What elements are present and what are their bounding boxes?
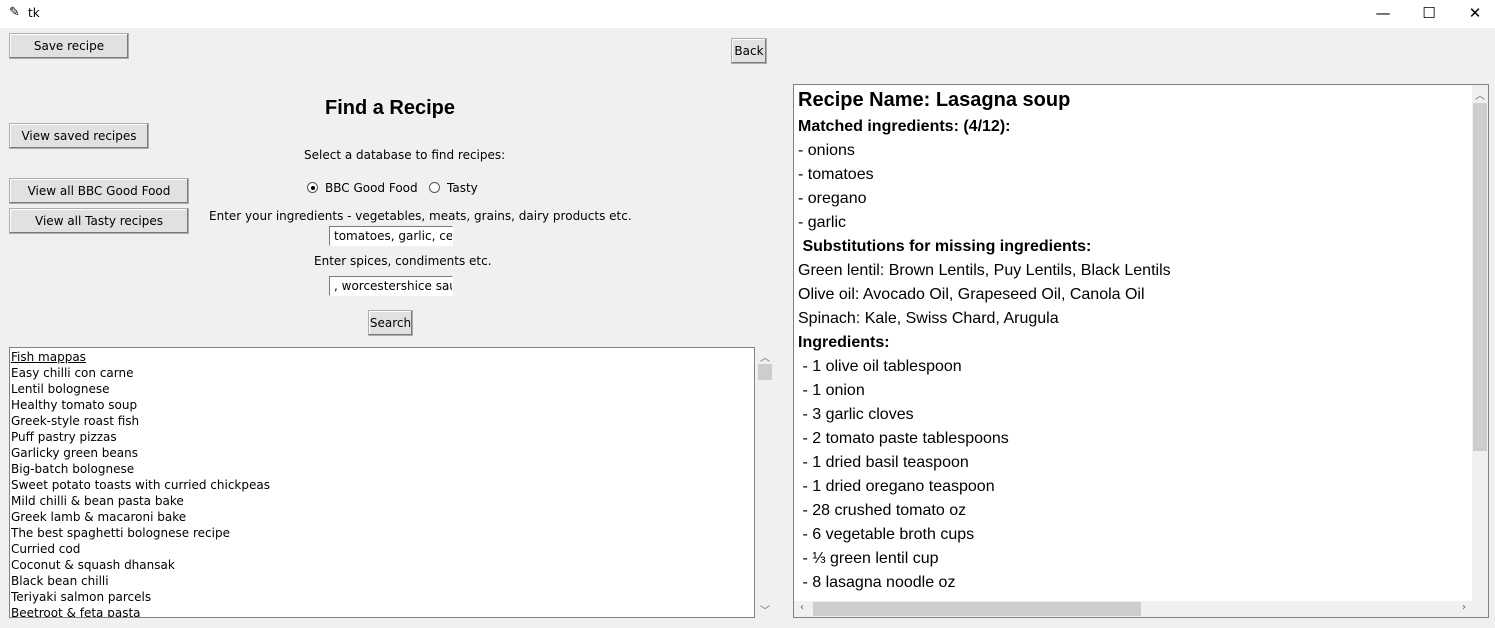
spices-input[interactable]: , worcestershice sauce [329, 276, 453, 296]
view-tasty-recipes-button[interactable]: View all Tasty recipes [9, 208, 189, 234]
recipe-line: - garlic [798, 214, 847, 231]
ingredients-label: Enter your ingredients - vegetables, mea… [209, 209, 632, 223]
recipe-line: - 1 onion [798, 382, 865, 399]
recipe-line: Olive oil: Avocado Oil, Grapeseed Oil, C… [798, 286, 1145, 303]
scroll-up-arrow-icon[interactable]: ︿ [757, 349, 773, 364]
minimize-button[interactable]: — [1360, 2, 1406, 26]
radio-label: BBC Good Food [325, 181, 418, 195]
radio-tasty[interactable]: Tasty [429, 181, 489, 195]
recipe-line: - 28 crushed tomato oz [798, 502, 967, 519]
window-title: tk [28, 6, 40, 20]
list-item[interactable]: Healthy tomato soup [11, 397, 754, 413]
radio-bbc-good-food[interactable]: BBC Good Food [307, 181, 418, 195]
scroll-right-arrow-icon[interactable]: › [1456, 602, 1472, 613]
recipe-line: Spinach: Kale, Swiss Chard, Arugula [798, 310, 1059, 327]
list-item[interactable]: Garlicky green beans [11, 445, 754, 461]
list-item[interactable]: Lentil bolognese [11, 381, 754, 397]
scroll-up-arrow-icon[interactable]: ︿ [1472, 87, 1488, 102]
spices-label: Enter spices, condiments etc. [314, 254, 492, 268]
recipe-line: - oregano [798, 190, 867, 207]
recipe-line: Recipe Name: Lasagna soup [798, 89, 1071, 111]
recipe-line: - ⅓ green lentil cup [798, 550, 939, 567]
scroll-thumb[interactable] [1473, 103, 1487, 451]
scroll-left-arrow-icon[interactable]: ‹ [794, 602, 810, 613]
list-item[interactable]: Sweet potato toasts with curried chickpe… [11, 477, 754, 493]
view-bbc-recipes-button[interactable]: View all BBC Good Food recipes [9, 178, 189, 222]
title-bar: ✎ tk — ☐ ✕ [0, 0, 1495, 28]
list-item[interactable]: Big-batch bolognese [11, 461, 754, 477]
back-button[interactable]: Back [731, 38, 767, 64]
radio-indicator[interactable] [307, 182, 318, 193]
close-button[interactable]: ✕ [1452, 2, 1495, 26]
recipe-line: - tomatoes [798, 166, 874, 183]
recipe-line: Matched ingredients: (4/12): [798, 118, 1011, 135]
list-item[interactable]: Beetroot & feta pasta [11, 605, 754, 617]
list-item[interactable]: Greek-style roast fish [11, 413, 754, 429]
recipe-details-text[interactable]: Recipe Name: Lasagna soup Matched ingredi… [793, 84, 1489, 618]
recipe-line: - onions [798, 142, 855, 159]
tk-feather-icon: ✎ [9, 5, 20, 20]
recipe-line: - 6 vegetable broth cups [798, 526, 975, 543]
ingredients-input[interactable]: tomatoes, garlic, celery [329, 226, 453, 246]
recipe-line: Green lentil: Brown Lentils, Puy Lentils… [798, 262, 1171, 279]
view-saved-recipes-button[interactable]: View saved recipes [9, 123, 149, 149]
results-scrollbar[interactable]: ︿ ﹀ [757, 347, 773, 618]
recipe-line: - 3 garlic cloves [798, 406, 914, 423]
recipe-horizontal-scrollbar[interactable]: ‹ › [794, 601, 1488, 617]
recipe-line: Substitutions for missing ingredients: [798, 238, 1092, 255]
list-item[interactable]: Puff pastry pizzas [11, 429, 754, 445]
recipe-line: - 1 olive oil tablespoon [798, 358, 962, 375]
scroll-down-arrow-icon[interactable]: ﹀ [757, 602, 773, 617]
recipe-line: - 8 lasagna noodle oz [798, 574, 956, 591]
list-item[interactable]: Coconut & squash dhansak [11, 557, 754, 573]
recipe-line: - 2 tomato paste tablespoons [798, 430, 1009, 447]
list-item[interactable]: Teriyaki salmon parcels [11, 589, 754, 605]
list-item[interactable]: The best spaghetti bolognese recipe [11, 525, 754, 541]
select-database-label: Select a database to find recipes: [304, 148, 506, 162]
page-title: Find a Recipe [324, 97, 456, 119]
recipe-vertical-scrollbar[interactable]: ︿ [1472, 85, 1488, 601]
radio-indicator[interactable] [429, 182, 440, 193]
scroll-thumb[interactable] [758, 364, 772, 380]
results-listbox[interactable]: Fish mappas Easy chilli con carne Lentil b… [9, 347, 755, 618]
recipe-line: - 1 dried basil teaspoon [798, 454, 969, 471]
search-button[interactable]: Search [368, 310, 413, 336]
list-item[interactable]: Fish mappas [11, 349, 754, 365]
list-item[interactable]: Black bean chilli [11, 573, 754, 589]
list-item[interactable]: Greek lamb & macaroni bake [11, 509, 754, 525]
radio-label: Tasty [447, 181, 478, 195]
save-recipe-button[interactable]: Save recipe [9, 33, 129, 59]
maximize-button[interactable]: ☐ [1406, 2, 1452, 26]
recipe-line: Ingredients: [798, 334, 890, 351]
list-item[interactable]: Easy chilli con carne [11, 365, 754, 381]
list-item[interactable]: Curried cod [11, 541, 754, 557]
scroll-thumb[interactable] [813, 602, 1141, 616]
recipe-line: - 1 dried oregano teaspoon [798, 478, 995, 495]
list-item[interactable]: Mild chilli & bean pasta bake [11, 493, 754, 509]
